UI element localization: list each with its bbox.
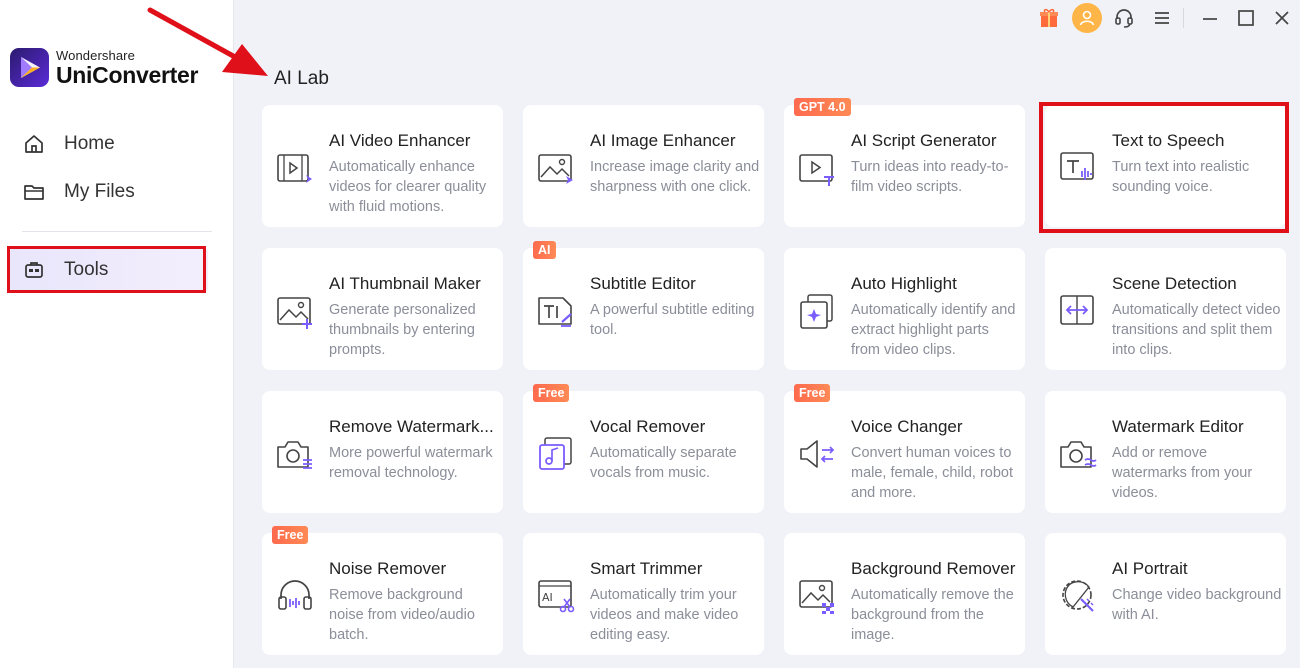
support-headset-icon[interactable] (1112, 6, 1136, 30)
portrait-icon (1059, 577, 1097, 615)
sidebar-item-my-files[interactable]: My Files (10, 170, 208, 214)
sidebar-item-home[interactable]: Home (10, 122, 208, 166)
vocal-icon (537, 435, 575, 473)
badge-ai: AI (533, 241, 556, 259)
tool-card-voice-changer[interactable]: Free Voice Changer Convert human voices … (784, 384, 1025, 513)
user-avatar-icon[interactable] (1072, 3, 1102, 33)
tool-card-ai-script-generator[interactable]: GPT 4.0 AI Script Generator Turn ideas i… (784, 98, 1025, 227)
badge-free: Free (794, 384, 831, 402)
tool-card-remove-watermark[interactable]: Remove Watermark... More powerful waterm… (262, 391, 503, 513)
tool-card-title: Remove Watermark... (329, 417, 494, 436)
tool-card-description: Generate personalized thumbnails by ente… (329, 302, 476, 358)
titlebar-separator (1183, 8, 1184, 28)
tool-card-noise-remover[interactable]: Free Noise Remover Remove background noi… (262, 526, 503, 655)
sidebar: Wondershare UniConverter Home My Files T… (0, 0, 234, 668)
tool-card-title: AI Script Generator (851, 131, 997, 150)
tool-card-title: Smart Trimmer (590, 559, 703, 578)
maximize-icon[interactable] (1234, 6, 1258, 30)
tool-card-title: Subtitle Editor (590, 274, 696, 293)
subtitle-icon (537, 292, 575, 330)
tool-card-scene-detection[interactable]: Scene Detection Automatically detect vid… (1045, 248, 1286, 370)
tool-card-title: Background Remover (851, 559, 1016, 578)
tool-card-description: More powerful watermark removal technolo… (329, 445, 493, 481)
script-icon (798, 149, 836, 187)
badge-free: Free (272, 526, 309, 544)
sidebar-item-label: My Files (64, 181, 135, 202)
video-enhance-icon (276, 149, 314, 187)
brand-name: Wondershare (56, 48, 135, 63)
tool-card-description: Convert human voices to male, female, ch… (851, 445, 1013, 501)
tool-card-title: Noise Remover (329, 559, 447, 578)
tool-card-ai-video-enhancer[interactable]: AI Video Enhancer Automatically enhance … (262, 105, 503, 227)
tool-card-description: Automatically enhance videos for clearer… (329, 159, 487, 215)
svg-text:AI: AI (542, 591, 553, 604)
tool-card-description: Automatically identify and extract highl… (851, 302, 1016, 358)
uniconverter-logo-icon (10, 48, 49, 87)
tool-card-title: AI Thumbnail Maker (329, 274, 481, 293)
tool-card-title: AI Image Enhancer (590, 131, 736, 150)
tool-card-smart-trimmer[interactable]: AI Smart Trimmer Automatically trim your… (523, 533, 764, 655)
remove-watermark-icon (276, 435, 314, 473)
voice-icon (798, 435, 836, 473)
tool-card-title: Watermark Editor (1112, 417, 1244, 436)
gift-icon[interactable] (1037, 6, 1061, 30)
tool-card-title: AI Portrait (1112, 559, 1188, 578)
tool-card-description: Turn ideas into ready-to-film video scri… (851, 159, 1009, 195)
section-title: AI Lab (274, 68, 329, 89)
home-icon (22, 132, 46, 156)
tool-card-vocal-remover[interactable]: Free Vocal Remover Automatically separat… (523, 384, 764, 513)
tool-card-description: Change video background with AI. (1112, 587, 1282, 623)
tool-card-text-to-speech[interactable]: Text to Speech Turn text into realistic … (1045, 105, 1286, 227)
badge-free: Free (533, 384, 570, 402)
tool-card-title: Vocal Remover (590, 417, 706, 436)
trimmer-icon: AI (537, 577, 575, 615)
tool-card-description: Automatically remove the background from… (851, 587, 1014, 643)
tool-card-description: Automatically separate vocals from music… (590, 445, 737, 481)
tool-card-watermark-editor[interactable]: Watermark Editor Add or remove watermark… (1045, 391, 1286, 513)
product-name: UniConverter (56, 62, 199, 88)
highlight-icon (798, 292, 836, 330)
noise-icon (276, 577, 314, 615)
tool-card-description: Automatically detect video transitions a… (1112, 302, 1281, 358)
tool-card-description: Remove background noise from video/audio… (329, 587, 475, 643)
app-logo: Wondershare UniConverter (10, 46, 230, 90)
tool-card-ai-image-enhancer[interactable]: AI Image Enhancer Increase image clarity… (523, 105, 764, 227)
tool-card-description: Increase image clarity and sharpness wit… (590, 159, 760, 195)
tool-card-title: Auto Highlight (851, 274, 957, 293)
highlight-box-tools (7, 246, 206, 293)
tool-card-ai-thumbnail-maker[interactable]: AI Thumbnail Maker Generate personalized… (262, 248, 503, 370)
tool-card-title: Text to Speech (1112, 131, 1225, 150)
tool-card-description: A powerful subtitle editing tool. (590, 302, 755, 338)
sidebar-divider (22, 231, 212, 232)
menu-icon[interactable] (1150, 6, 1174, 30)
tool-card-description: Add or remove watermarks from your video… (1112, 445, 1253, 501)
tool-card-description: Automatically trim your videos and make … (590, 587, 739, 643)
folder-icon (22, 180, 46, 204)
tool-card-title: Voice Changer (851, 417, 963, 436)
tool-card-ai-portrait[interactable]: AI Portrait Change video background with… (1045, 533, 1286, 655)
minimize-icon[interactable] (1198, 6, 1222, 30)
text-to-speech-icon (1059, 149, 1097, 187)
tool-card-background-remover[interactable]: Background Remover Automatically remove … (784, 533, 1025, 655)
image-enhance-icon (537, 149, 575, 187)
tool-card-auto-highlight[interactable]: Auto Highlight Automatically identify an… (784, 248, 1025, 370)
watermark-icon (1059, 435, 1097, 473)
bg-remove-icon (798, 577, 836, 615)
thumbnail-icon (276, 292, 314, 330)
tool-card-description: Turn text into realistic sounding voice. (1112, 159, 1250, 195)
tool-card-subtitle-editor[interactable]: AI Subtitle Editor A powerful subtitle e… (523, 241, 764, 370)
scene-icon (1059, 292, 1097, 330)
tool-card-title: AI Video Enhancer (329, 131, 471, 150)
close-icon[interactable] (1270, 6, 1294, 30)
badge-gpt: GPT 4.0 (794, 98, 851, 116)
sidebar-item-label: Home (64, 133, 115, 154)
tool-card-title: Scene Detection (1112, 274, 1237, 293)
